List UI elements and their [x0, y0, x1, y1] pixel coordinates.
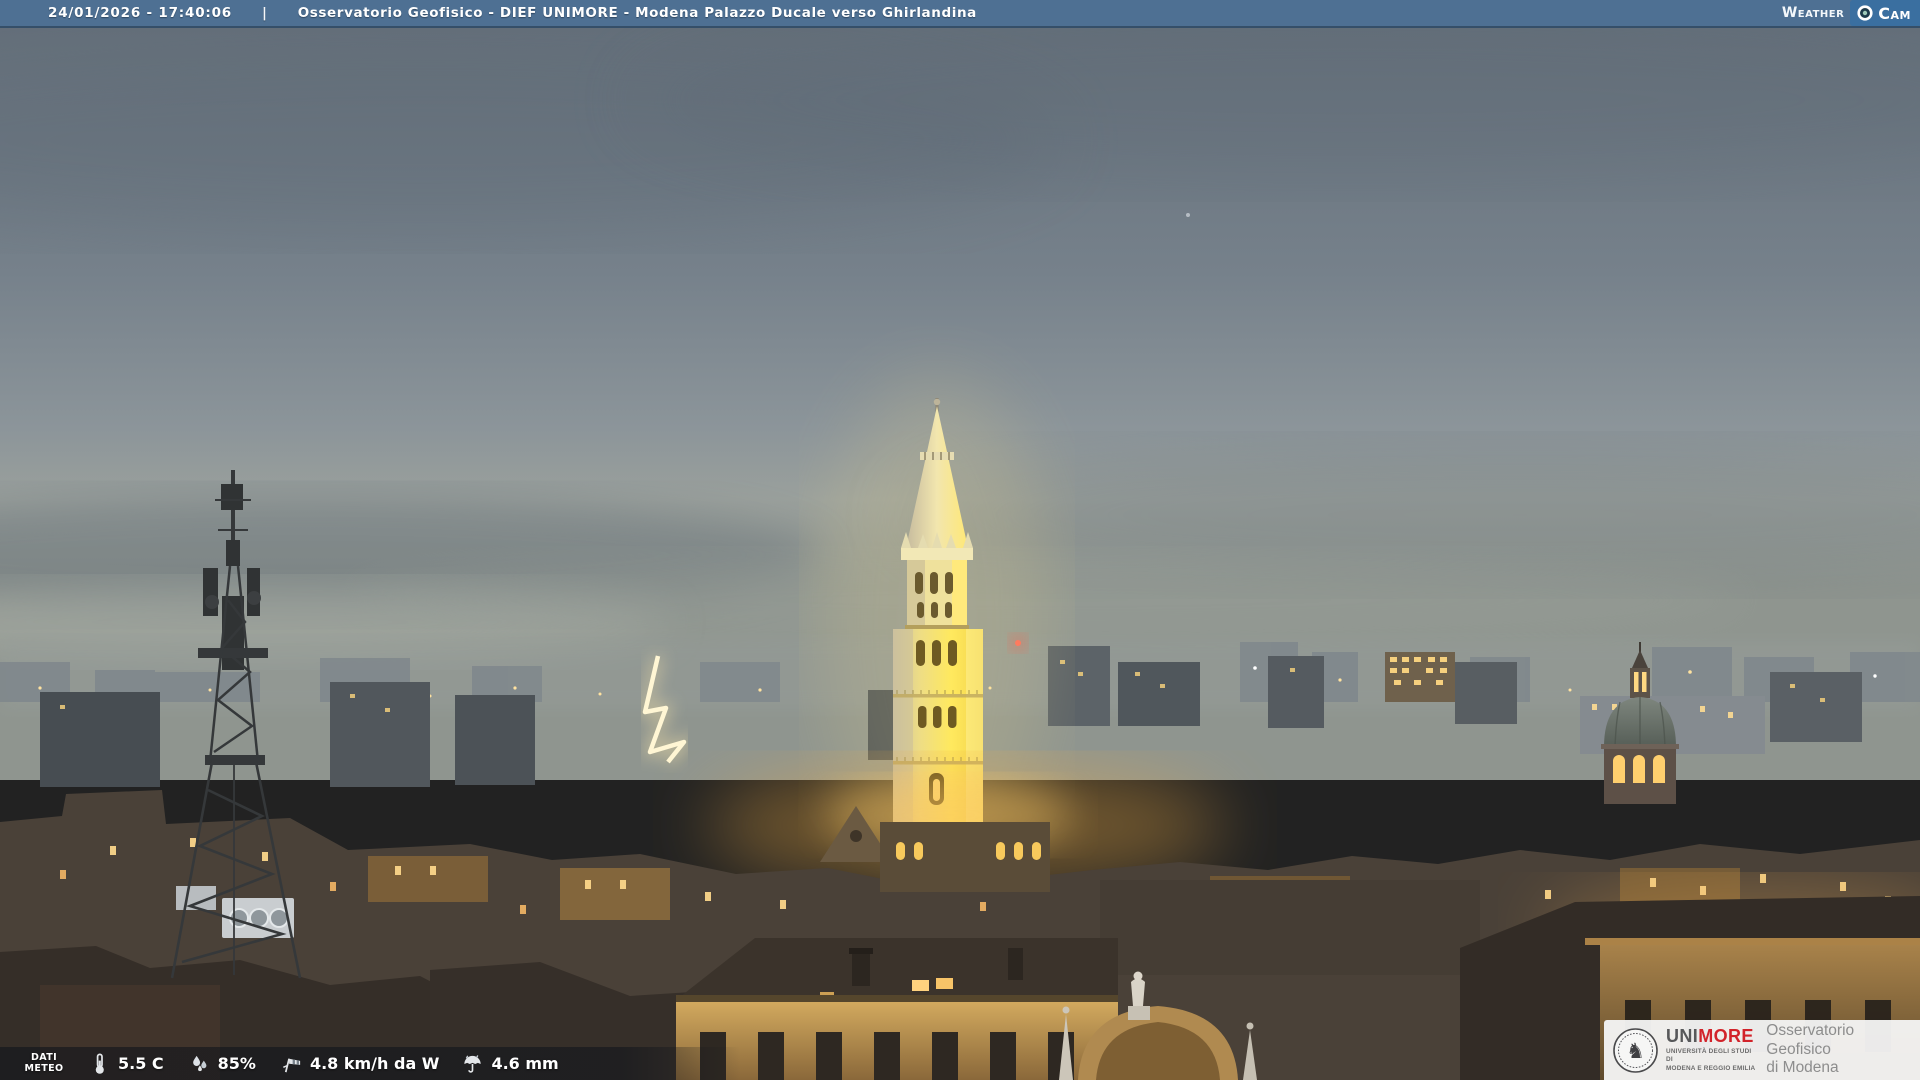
weathercam-logo: Weather Cam [1782, 0, 1920, 26]
separator: | [262, 5, 268, 21]
seal-knight-glyph: ♞ [1626, 1039, 1645, 1063]
umbrella-icon [461, 1052, 484, 1075]
lit-apartment-block [1385, 652, 1455, 702]
observatory-name: Osservatorio Geofisico di Modena [1766, 1022, 1920, 1079]
weathercam-brand-suffix: Cam [1878, 4, 1911, 23]
sky-speck [1186, 213, 1190, 217]
unimore-wordmark-block: UNIMORE UNIVERSITÀ DEGLI STUDI DI MODENA… [1666, 1027, 1758, 1073]
weathercam-brand-box: Cam [1850, 0, 1920, 26]
observatory-name-line2: di Modena [1766, 1059, 1920, 1078]
observatory-name-line1: Osservatorio Geofisico [1766, 1022, 1920, 1060]
wind-value: 4.8 km/h da W [310, 1054, 440, 1073]
unimore-logo-box: ♞ UNIMORE UNIVERSITÀ DEGLI STUDI DI MODE… [1604, 1020, 1920, 1080]
unimore-prefix: UNI [1666, 1026, 1698, 1046]
meteo-label-line1: DATI [22, 1053, 66, 1064]
temperature-value: 5.5 C [118, 1054, 164, 1073]
windsock-icon [280, 1052, 303, 1075]
meteo-label-line2: METEO [22, 1064, 66, 1075]
meteo-label: DATI METEO [22, 1053, 66, 1075]
timestamp: 24/01/2026 - 17:40:06 [48, 5, 232, 21]
rain-reading: 4.6 mm [461, 1052, 558, 1075]
university-name: UNIVERSITÀ DEGLI STUDI DI MODENA E REGGI… [1666, 1048, 1758, 1073]
camera-title: Osservatorio Geofisico - DIEF UNIMORE - … [298, 5, 977, 21]
meteo-overlay-bar: DATI METEO 5.5 C 85% [0, 1047, 740, 1080]
university-seal-icon: ♞ [1612, 1027, 1659, 1074]
unimore-wordmark: UNIMORE [1666, 1027, 1758, 1045]
unimore-suffix: MORE [1698, 1026, 1754, 1046]
webcam-page: 24/01/2026 - 17:40:06 | Osservatorio Geo… [0, 0, 1920, 1080]
webcam-photo [0, 0, 1920, 1080]
thermometer-icon [88, 1052, 111, 1075]
university-name-line2: MODENA E REGGIO EMILIA [1666, 1065, 1758, 1073]
top-overlay-bar: 24/01/2026 - 17:40:06 | Osservatorio Geo… [0, 0, 1920, 28]
weathercam-brand-prefix: Weather [1782, 0, 1844, 26]
humidity-reading: 85% [188, 1052, 256, 1075]
temperature-reading: 5.5 C [88, 1052, 164, 1075]
rain-value: 4.6 mm [491, 1054, 558, 1073]
university-name-line1: UNIVERSITÀ DEGLI STUDI DI [1666, 1048, 1758, 1065]
humidity-value: 85% [218, 1054, 256, 1073]
camera-lens-icon [1856, 4, 1874, 22]
wind-reading: 4.8 km/h da W [280, 1052, 440, 1075]
center-palazzo [676, 938, 1118, 1080]
water-drops-icon [188, 1052, 211, 1075]
